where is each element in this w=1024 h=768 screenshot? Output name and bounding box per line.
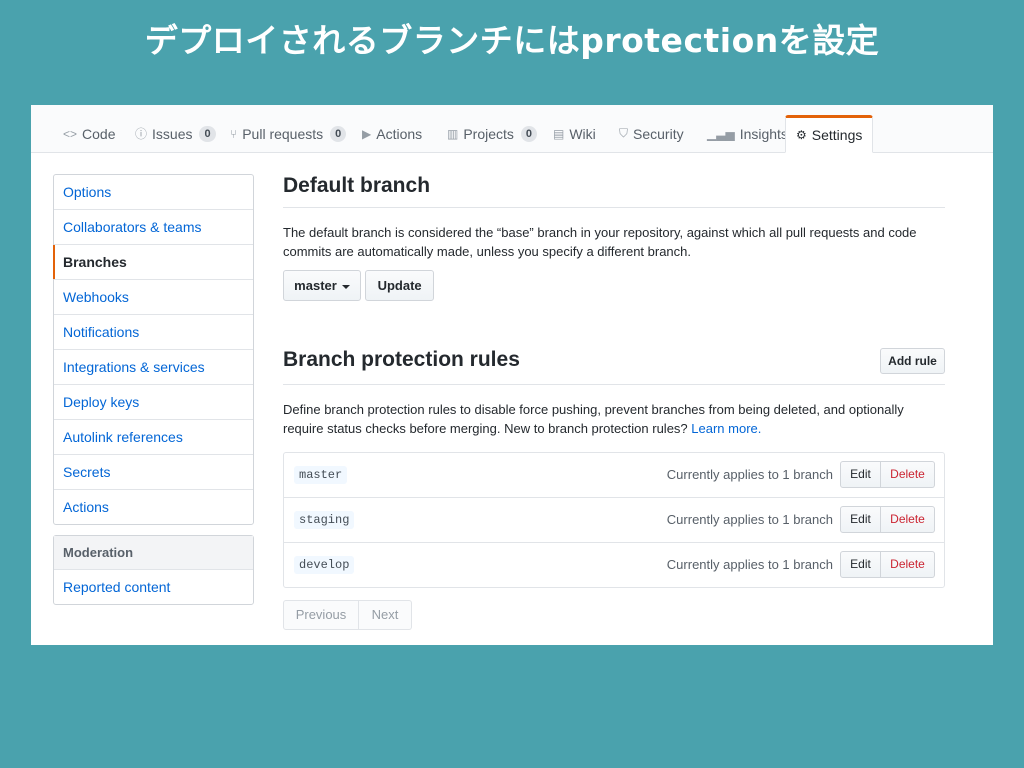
tab-label: Settings <box>811 127 863 143</box>
issue-icon: ⓘ <box>135 127 148 141</box>
rule-applies-text: Currently applies to 1 branch <box>666 512 833 527</box>
default-branch-section: Default branch The default branch is con… <box>283 174 945 301</box>
sidebar-item-branches[interactable]: Branches <box>53 245 253 280</box>
branch-select-dropdown[interactable]: master <box>283 270 361 301</box>
repo-tab-bar: <> Code ⓘ Issues 0 ⑂ Pull requests 0 ▶ A… <box>31 105 993 153</box>
branch-protection-heading-text: Branch protection rules <box>283 348 520 371</box>
graph-icon: ▁▃▅ <box>707 126 735 141</box>
next-page-button[interactable]: Next <box>359 600 412 630</box>
projects-count-badge: 0 <box>520 125 538 142</box>
protection-rules-list: master Currently applies to 1 branch Edi… <box>283 452 945 588</box>
sidebar-item-actions[interactable]: Actions <box>54 490 253 524</box>
rule-applies-text: Currently applies to 1 branch <box>666 557 833 572</box>
play-icon: ▶ <box>362 126 372 141</box>
update-button[interactable]: Update <box>365 270 435 301</box>
default-branch-description: The default branch is considered the “ba… <box>283 225 917 259</box>
tab-label: Security <box>633 125 684 142</box>
edit-rule-button[interactable]: Edit <box>840 551 881 578</box>
pagination: Previous Next <box>283 600 412 630</box>
rule-branch-pattern: master <box>294 466 348 484</box>
sidebar-item-autolink[interactable]: Autolink references <box>54 420 253 455</box>
pull-request-icon: ⑂ <box>230 126 238 141</box>
rule-branch-pattern: staging <box>294 511 355 529</box>
tab-code[interactable]: <> Code <box>63 115 115 152</box>
branch-select-label: master <box>294 278 337 293</box>
tab-label: Issues <box>152 125 193 142</box>
sidebar-item-webhooks[interactable]: Webhooks <box>54 280 253 315</box>
issues-count-badge: 0 <box>199 125 216 142</box>
tab-actions[interactable]: ▶ Actions <box>362 115 422 152</box>
rule-applies-text: Currently applies to 1 branch <box>666 467 833 482</box>
default-branch-heading: Default branch <box>283 174 945 208</box>
caret-down-icon <box>341 284 350 289</box>
tab-label: Actions <box>376 125 423 142</box>
tab-label: Projects <box>463 125 514 142</box>
branch-protection-description: Define branch protection rules to disabl… <box>283 400 945 438</box>
table-row: staging Currently applies to 1 branch Ed… <box>284 498 944 543</box>
edit-rule-button[interactable]: Edit <box>840 461 881 488</box>
book-icon: ▤ <box>553 126 565 141</box>
moderation-heading: Moderation <box>54 536 253 570</box>
tab-insights[interactable]: ▁▃▅ Insights <box>707 115 788 152</box>
tab-security[interactable]: ⛉ Security <box>619 115 684 152</box>
sidebar-item-secrets[interactable]: Secrets <box>54 455 253 490</box>
sidebar-item-notifications[interactable]: Notifications <box>54 315 253 350</box>
sidebar-item-integrations[interactable]: Integrations & services <box>54 350 253 385</box>
moderation-menu: Moderation Reported content <box>53 535 254 605</box>
previous-page-button[interactable]: Previous <box>283 600 359 630</box>
tab-label: Wiki <box>569 125 596 142</box>
sidebar-item-collaborators[interactable]: Collaborators & teams <box>54 210 253 245</box>
branch-protection-heading: Branch protection rules Add rule <box>283 348 945 385</box>
delete-rule-button[interactable]: Delete <box>881 506 935 533</box>
delete-rule-button[interactable]: Delete <box>881 551 935 578</box>
code-icon: <> <box>63 126 78 141</box>
branch-protection-section: Branch protection rules Add rule Define … <box>283 348 945 438</box>
sidebar-item-options[interactable]: Options <box>54 175 253 210</box>
pull-requests-count-badge: 0 <box>330 125 347 142</box>
tab-projects[interactable]: ▥ Projects 0 <box>447 115 538 152</box>
tab-label: Pull requests <box>242 125 324 142</box>
gear-icon: ⚙ <box>796 128 807 142</box>
shield-icon: ⛉ <box>619 126 629 140</box>
tab-label: Insights <box>739 125 788 142</box>
slide-title: デプロイされるブランチにはprotectionを設定 <box>144 21 880 60</box>
table-row: develop Currently applies to 1 branch Ed… <box>284 543 944 587</box>
learn-more-link[interactable]: Learn more. <box>691 421 761 436</box>
sidebar-item-reported-content[interactable]: Reported content <box>54 570 253 604</box>
tab-issues[interactable]: ⓘ Issues 0 <box>135 115 216 152</box>
table-row: master Currently applies to 1 branch Edi… <box>284 453 944 498</box>
tab-pull-requests[interactable]: ⑂ Pull requests 0 <box>230 115 347 152</box>
tab-label: Code <box>82 125 116 142</box>
project-icon: ▥ <box>447 126 459 141</box>
tab-settings[interactable]: ⚙ Settings <box>785 115 874 153</box>
add-rule-button[interactable]: Add rule <box>880 348 945 374</box>
settings-sidebar-menu: Options Collaborators & teams Branches W… <box>53 174 254 525</box>
sidebar-item-deploy-keys[interactable]: Deploy keys <box>54 385 253 420</box>
branch-protection-description-text: Define branch protection rules to disabl… <box>283 402 904 436</box>
edit-rule-button[interactable]: Edit <box>840 506 881 533</box>
github-settings-screenshot: <> Code ⓘ Issues 0 ⑂ Pull requests 0 ▶ A… <box>31 105 993 645</box>
delete-rule-button[interactable]: Delete <box>881 461 935 488</box>
rule-branch-pattern: develop <box>294 556 355 574</box>
tab-wiki[interactable]: ▤ Wiki <box>553 115 596 152</box>
